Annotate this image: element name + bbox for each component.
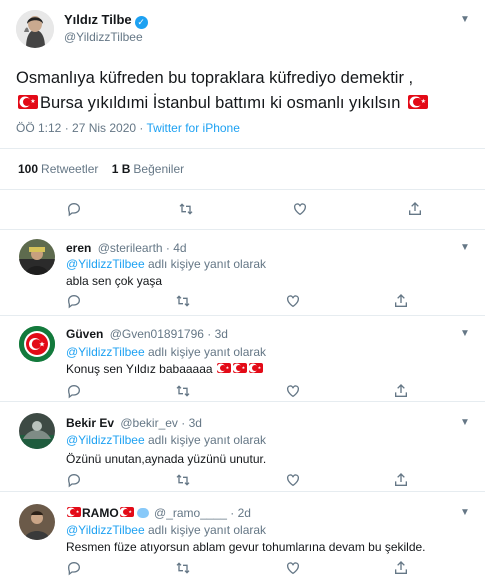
- author-name[interactable]: Yıldız Tilbe ✓: [64, 12, 148, 29]
- tweet-actions: [0, 201, 485, 221]
- turkey-flag-icon: [408, 95, 429, 109]
- likes-stat[interactable]: 1 B Beğeniler: [112, 162, 184, 176]
- reply-icon[interactable]: [66, 472, 81, 488]
- turkey-flag-icon: [216, 363, 231, 373]
- share-icon[interactable]: [407, 201, 423, 217]
- retweet-icon[interactable]: [178, 201, 194, 217]
- turkey-flag-icon: [119, 507, 134, 517]
- reply-header: Bekir Ev @bekir_ev · 3d: [66, 416, 202, 430]
- author-avatar[interactable]: [16, 10, 54, 48]
- turkey-flag-icon: [232, 363, 247, 373]
- tweet-text: Osmanlıya küfreden bu topraklara küfredi…: [16, 66, 476, 116]
- reply-context: @YildizzTilbee adlı kişiye yanıt olarak: [66, 433, 267, 447]
- reply-icon[interactable]: [66, 293, 81, 309]
- tweet-stats: 100 Retweetler 1 B Beğeniler: [0, 148, 485, 190]
- chevron-down-icon[interactable]: ▼: [458, 14, 472, 25]
- reply-icon[interactable]: [66, 201, 82, 217]
- reply-header: Güven @Gven01891796 · 3d: [66, 327, 228, 341]
- reply-actions: [0, 383, 485, 403]
- retweet-icon[interactable]: [175, 472, 190, 486]
- like-icon[interactable]: [285, 293, 299, 308]
- reply-tweet[interactable]: RAMO @_ramo____ · 2d ▼ @YildizzTilbee ad…: [0, 492, 485, 578]
- reply-text: Resmen füze atıyorsun ablam gevur tohuml…: [66, 540, 426, 554]
- reply-text: abla sen çok yaşa: [66, 274, 163, 288]
- chevron-down-icon[interactable]: ▼: [458, 242, 472, 253]
- reply-actions: [0, 293, 485, 313]
- reply-header: RAMO @_ramo____ · 2d: [66, 506, 251, 520]
- like-icon[interactable]: [285, 472, 299, 487]
- reply-avatar[interactable]: [19, 239, 55, 275]
- tweet-time[interactable]: ÖÖ 1:12 · 27 Nis 2020 ·: [16, 121, 147, 135]
- reply-icon[interactable]: [66, 560, 81, 576]
- turkey-flag-icon: [248, 363, 263, 373]
- reply-header: eren @sterilearth · 4d: [66, 241, 187, 255]
- tweet-text-line1: Osmanlıya küfreden bu topraklara küfredi…: [16, 69, 414, 87]
- reply-tweet[interactable]: Bekir Ev @bekir_ev · 3d ▼ @YildizzTilbee…: [0, 402, 485, 492]
- chevron-down-icon[interactable]: ▼: [458, 328, 472, 339]
- turkey-flag-icon: [18, 95, 38, 109]
- turkey-flag-icon: [67, 507, 81, 517]
- share-icon[interactable]: [393, 383, 407, 397]
- share-icon[interactable]: [393, 472, 407, 486]
- chevron-down-icon[interactable]: ▼: [458, 507, 472, 518]
- reply-context: @YildizzTilbee adlı kişiye yanıt olarak: [66, 523, 267, 537]
- like-icon[interactable]: [285, 383, 299, 398]
- author-handle[interactable]: @YildizzTilbee: [64, 30, 143, 44]
- reply-text: Konuş sen Yıldız babaaaaa: [66, 362, 264, 376]
- verified-icon: ✓: [134, 16, 148, 29]
- main-tweet: Yıldız Tilbe ✓ @YildizzTilbee ▼ Osmanlıya…: [0, 0, 485, 230]
- retweet-icon[interactable]: [175, 560, 190, 574]
- retweets-stat[interactable]: 100 Retweetler: [18, 162, 98, 176]
- reply-avatar[interactable]: [19, 413, 55, 449]
- speech-bubble-icon: [136, 508, 149, 518]
- reply-tweet[interactable]: Güven @Gven01891796 · 3d ▼ @YildizzTilbe…: [0, 316, 485, 402]
- reply-actions: [0, 560, 485, 578]
- reply-actions: [0, 472, 485, 492]
- like-icon[interactable]: [285, 560, 299, 575]
- reply-avatar[interactable]: [19, 326, 55, 362]
- reply-context: @YildizzTilbee adlı kişiye yanıt olarak: [66, 257, 267, 271]
- tweet-source-link[interactable]: Twitter for iPhone: [147, 121, 240, 135]
- reply-context: @YildizzTilbee adlı kişiye yanıt olarak: [66, 345, 267, 359]
- share-icon[interactable]: [393, 560, 407, 574]
- retweet-icon[interactable]: [175, 293, 190, 307]
- reply-tweet[interactable]: eren @sterilearth · 4d ▼ @YildizzTilbee …: [0, 230, 485, 316]
- share-icon[interactable]: [393, 293, 407, 307]
- like-icon[interactable]: [292, 201, 308, 217]
- tweet-text-line2: Bursa yıkıldımi İstanbul battımı ki osma…: [16, 91, 476, 116]
- reply-text: Özünü unutan,aynada yüzünü unutur.: [66, 452, 267, 466]
- chevron-down-icon[interactable]: ▼: [458, 417, 472, 428]
- retweet-icon[interactable]: [175, 383, 190, 397]
- reply-avatar[interactable]: [19, 504, 55, 540]
- tweet-meta: ÖÖ 1:12 · 27 Nis 2020 · Twitter for iPho…: [16, 121, 240, 135]
- reply-icon[interactable]: [66, 383, 81, 399]
